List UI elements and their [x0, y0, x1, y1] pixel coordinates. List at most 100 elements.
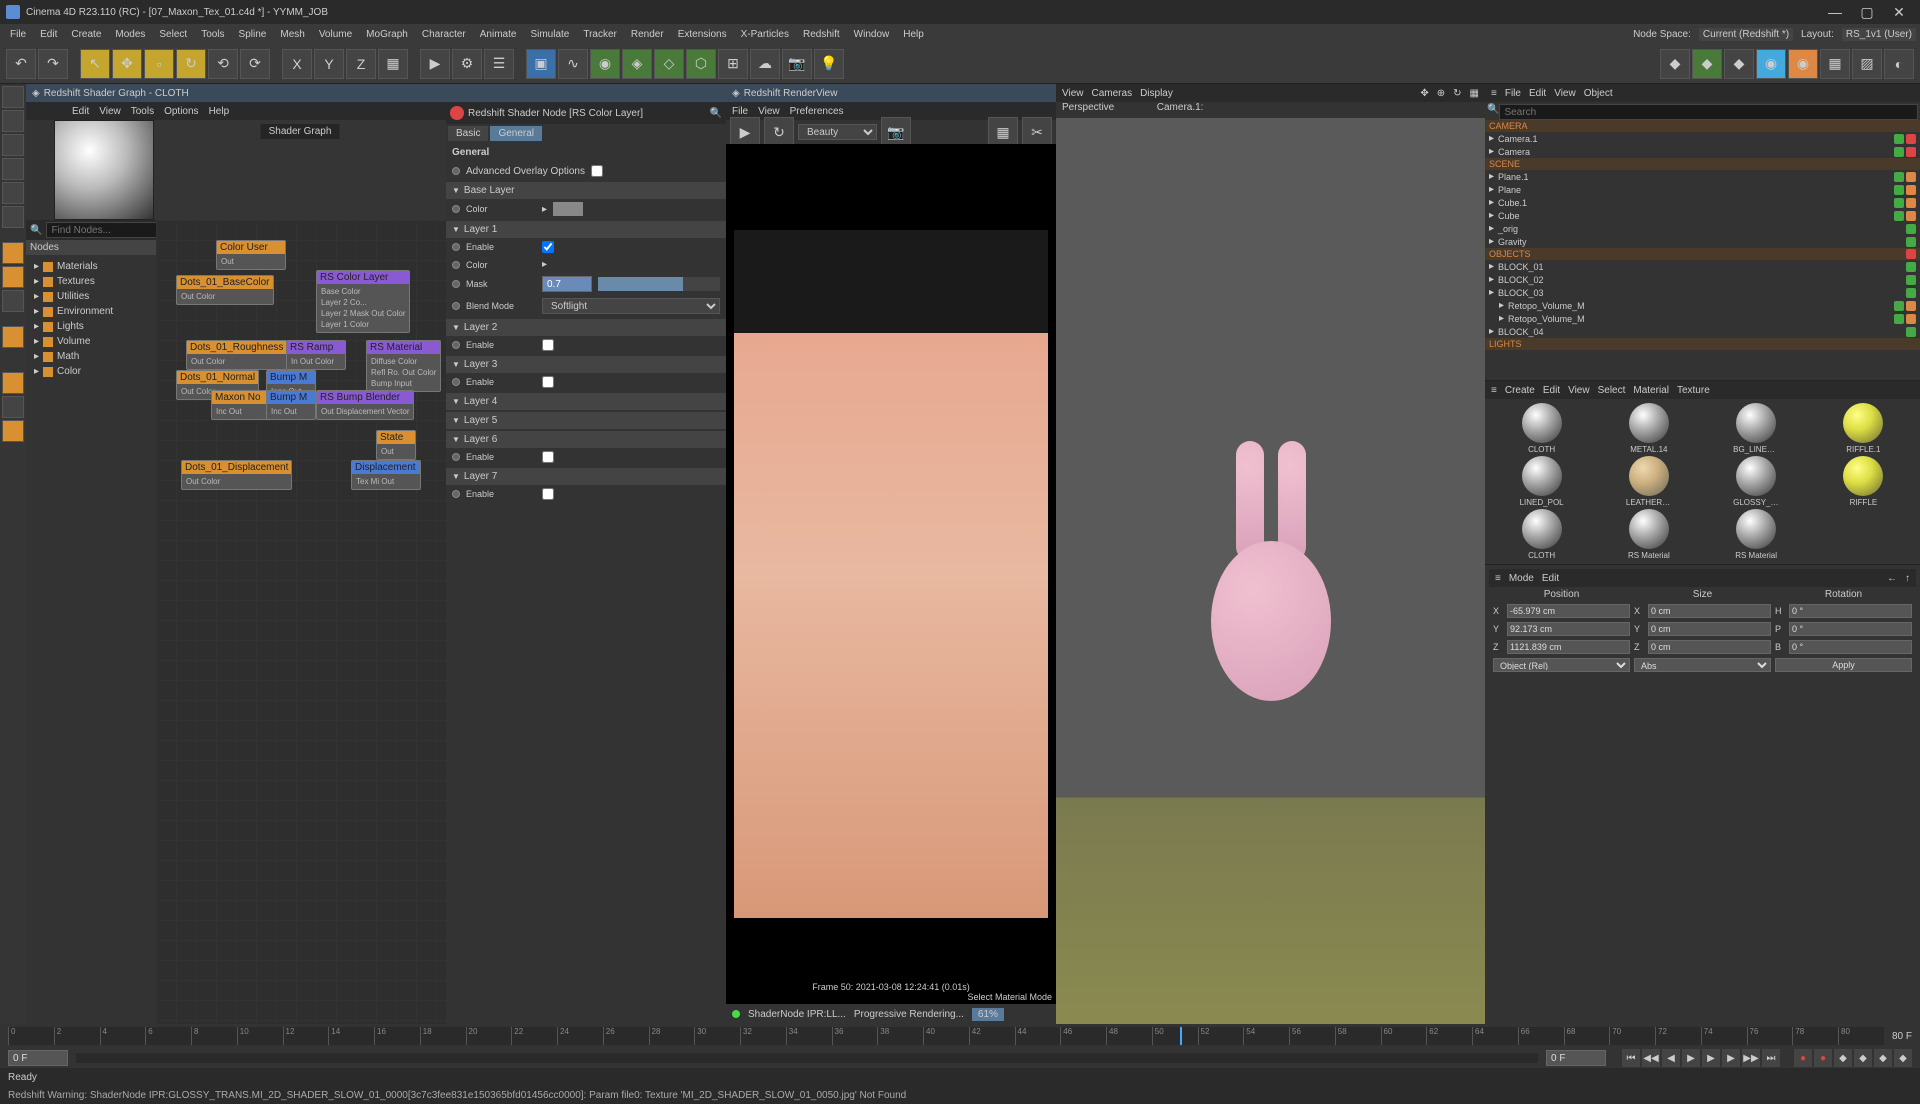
scene-item[interactable]: ▸BLOCK_03: [1485, 286, 1920, 299]
scene-item[interactable]: ▸Gravity: [1485, 235, 1920, 248]
scene-item[interactable]: ▸Retopo_Volume_M: [1485, 299, 1920, 312]
section-layer1[interactable]: Layer 1: [446, 221, 726, 238]
layer6-enable-check[interactable]: [542, 451, 554, 463]
render-view[interactable]: Frame 50: 2021-03-08 12:24:41 (0.01s) Se…: [726, 144, 1056, 1004]
uv-tool-3[interactable]: [2, 420, 24, 442]
redo-button[interactable]: ↷: [38, 49, 68, 79]
layer7-enable-check[interactable]: [542, 488, 554, 500]
vp-nav-icon[interactable]: ✥: [1420, 88, 1428, 99]
z-axis-lock[interactable]: Z: [346, 49, 376, 79]
rs-tool-5[interactable]: ◉: [1788, 49, 1818, 79]
nav-prev-icon[interactable]: ←: [1887, 573, 1897, 584]
menu-redshift[interactable]: Redshift: [797, 27, 846, 42]
layout-value[interactable]: RS_1v1 (User): [1842, 28, 1916, 41]
record-button[interactable]: ●: [1794, 1049, 1812, 1067]
rs-tool-7[interactable]: ▨: [1852, 49, 1882, 79]
prev-key-button[interactable]: ◀◀: [1642, 1049, 1660, 1067]
node-material[interactable]: RS MaterialDiffuse ColorRefl Ro. Out Col…: [366, 340, 441, 392]
vp-max-icon[interactable]: ▦: [1470, 88, 1479, 99]
scene-item[interactable]: ▸Camera: [1485, 145, 1920, 158]
goto-end-button[interactable]: ⏭: [1762, 1049, 1780, 1067]
live-select-tool[interactable]: ↖: [80, 49, 110, 79]
menu-help[interactable]: Help: [897, 27, 930, 42]
hamburger-icon[interactable]: ≡: [1495, 573, 1501, 584]
render-settings[interactable]: ⚙: [452, 49, 482, 79]
color-swatch[interactable]: [553, 202, 583, 216]
move-tool[interactable]: ✥: [112, 49, 142, 79]
scene-item[interactable]: ▸Cube.1: [1485, 196, 1920, 209]
scene-search-input[interactable]: [1499, 104, 1918, 120]
x-axis-lock[interactable]: X: [282, 49, 312, 79]
generator-3[interactable]: ◇: [654, 49, 684, 79]
hamburger-icon[interactable]: ≡: [1491, 88, 1497, 99]
section-layer5[interactable]: Layer 5: [446, 412, 726, 429]
rs-tool-8[interactable]: ◐: [1884, 49, 1914, 79]
minimize-button[interactable]: —: [1820, 2, 1850, 22]
material-item[interactable]: LEATHER_S1: [1596, 456, 1701, 507]
key-scale-button[interactable]: ◆: [1854, 1049, 1872, 1067]
rot-h-input[interactable]: [1789, 604, 1912, 618]
light-tool[interactable]: 💡: [814, 49, 844, 79]
render-refresh[interactable]: ↻: [764, 117, 794, 147]
recent-tool[interactable]: ⟲: [208, 49, 238, 79]
menu-file[interactable]: File: [4, 27, 32, 42]
section-layer2[interactable]: Layer 2: [446, 319, 726, 336]
blend-mode-select[interactable]: Softlight: [542, 298, 720, 314]
nav-up-icon[interactable]: ↑: [1905, 573, 1910, 584]
timeline-ruler[interactable]: 0246810121416182022242628303234363840424…: [8, 1027, 1884, 1045]
scene-item[interactable]: ▸_orig: [1485, 222, 1920, 235]
node-colorlayer[interactable]: RS Color LayerBase ColorLayer 2 Co...Lay…: [316, 270, 410, 333]
node-disp-out[interactable]: DisplacementTex Mi Out: [351, 460, 421, 490]
menu-simulate[interactable]: Simulate: [524, 27, 575, 42]
mat-menu-material[interactable]: Material: [1633, 385, 1669, 396]
rs-tool-4[interactable]: ◉: [1756, 49, 1786, 79]
menu-render[interactable]: Render: [625, 27, 670, 42]
material-item[interactable]: GLOSSY_TR: [1704, 456, 1809, 507]
vp-rotate-icon[interactable]: ↻: [1453, 88, 1461, 99]
material-item[interactable]: CLOTH: [1489, 403, 1594, 454]
scene-item[interactable]: ▸Plane.1: [1485, 170, 1920, 183]
hamburger-icon[interactable]: ≡: [1491, 385, 1497, 396]
autokey-button[interactable]: ●: [1814, 1049, 1832, 1067]
node-graph-canvas[interactable]: Color UserOut Dots_01_BaseColorOut Color…: [156, 220, 446, 1024]
timeline[interactable]: 0246810121416182022242628303234363840424…: [0, 1024, 1920, 1048]
section-layer3[interactable]: Layer 3: [446, 356, 726, 373]
menu-mograph[interactable]: MoGraph: [360, 27, 414, 42]
poly-mode[interactable]: [2, 206, 24, 228]
mat-menu-create[interactable]: Create: [1505, 385, 1535, 396]
material-item[interactable]: CLOTH: [1489, 509, 1594, 560]
mask-input[interactable]: [542, 276, 592, 292]
close-button[interactable]: ✕: [1884, 2, 1914, 22]
section-layer4[interactable]: Layer 4: [446, 393, 726, 410]
pos-x-input[interactable]: [1507, 604, 1630, 618]
snap-mode[interactable]: [2, 290, 24, 312]
menu-tools[interactable]: Tools: [195, 27, 230, 42]
key-rot-button[interactable]: ◆: [1874, 1049, 1892, 1067]
render-pv[interactable]: ▶: [420, 49, 450, 79]
menu-character[interactable]: Character: [416, 27, 472, 42]
node-basecolor[interactable]: Dots_01_BaseColorOut Color: [176, 275, 274, 305]
color-chevron-icon[interactable]: ▸: [542, 259, 547, 270]
material-item[interactable]: RS Material: [1704, 509, 1809, 560]
attr-connector[interactable]: [452, 378, 460, 386]
play-back-button[interactable]: ▶: [1682, 1049, 1700, 1067]
axis-mode[interactable]: [2, 242, 24, 264]
viewport-solo[interactable]: [2, 266, 24, 288]
rp-menu-view[interactable]: View: [1554, 88, 1576, 99]
size-y-input[interactable]: [1648, 622, 1771, 636]
coord-mode-select[interactable]: Object (Rel): [1493, 658, 1630, 672]
render-panel-tab[interactable]: ◈ Redshift RenderView: [726, 84, 1056, 102]
shader-menu-edit[interactable]: Edit: [72, 106, 89, 117]
frame-range-bar[interactable]: [76, 1053, 1538, 1063]
scene-item[interactable]: ▸BLOCK_02: [1485, 273, 1920, 286]
render-region[interactable]: ▦: [988, 117, 1018, 147]
scene-item[interactable]: ▸Camera.1: [1485, 132, 1920, 145]
mat-tool[interactable]: [2, 326, 24, 348]
node-roughness[interactable]: Dots_01_RoughnessOut Color: [186, 340, 287, 370]
aov-select[interactable]: Beauty: [798, 124, 877, 140]
menu-animate[interactable]: Animate: [474, 27, 523, 42]
node-state[interactable]: StateOut: [376, 430, 416, 460]
size-z-input[interactable]: [1648, 640, 1771, 654]
frame-start-input[interactable]: [8, 1050, 68, 1066]
menu-mesh[interactable]: Mesh: [274, 27, 310, 42]
